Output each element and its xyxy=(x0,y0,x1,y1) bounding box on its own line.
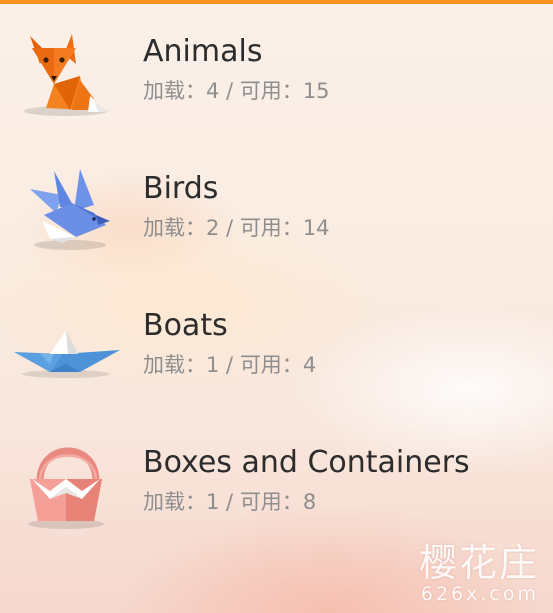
category-item-boxes-and-containers[interactable]: Boxes and Containers 加载：1 / 可用：8 xyxy=(0,415,553,552)
available-count: 15 xyxy=(302,79,330,103)
loaded-count: 1 xyxy=(206,353,220,377)
loaded-label: 加载： xyxy=(143,490,206,514)
available-count: 8 xyxy=(302,490,317,514)
origami-basket-icon xyxy=(10,429,122,529)
category-counts: 加载：2 / 可用：14 xyxy=(143,218,330,239)
count-separator: / xyxy=(219,490,240,514)
origami-bird-icon xyxy=(10,155,122,255)
origami-fox-icon xyxy=(10,18,122,118)
category-item-birds[interactable]: Birds 加载：2 / 可用：14 xyxy=(0,141,553,278)
category-item-animals[interactable]: Animals 加载：4 / 可用：15 xyxy=(0,4,553,141)
loaded-count: 1 xyxy=(206,490,220,514)
category-title: Boxes and Containers xyxy=(143,445,470,480)
category-title: Boats xyxy=(143,308,228,343)
watermark-logo: 樱花庄 xyxy=(418,541,539,586)
category-counts: 加载：4 / 可用：15 xyxy=(143,81,330,102)
count-separator: / xyxy=(219,216,240,240)
category-item-boats[interactable]: Boats 加载：1 / 可用：4 xyxy=(0,278,553,415)
category-counts: 加载：1 / 可用：4 xyxy=(143,355,316,376)
loaded-count: 4 xyxy=(206,79,220,103)
category-list: Animals 加载：4 / 可用：15 Birds 加载：2 / 可用：14 xyxy=(0,4,553,552)
count-separator: / xyxy=(219,353,240,377)
category-title: Birds xyxy=(143,171,219,206)
available-label: 可用： xyxy=(239,490,303,514)
watermark: 樱花庄 626x.com xyxy=(418,541,539,606)
loaded-label: 加载： xyxy=(143,216,206,240)
category-counts: 加载：1 / 可用：8 xyxy=(143,492,316,513)
available-label: 可用： xyxy=(239,216,303,240)
available-label: 可用： xyxy=(239,353,303,377)
available-count: 4 xyxy=(302,353,317,377)
origami-boat-icon xyxy=(10,292,122,392)
loaded-label: 加载： xyxy=(143,353,206,377)
count-separator: / xyxy=(219,79,240,103)
available-label: 可用： xyxy=(239,79,303,103)
loaded-label: 加载： xyxy=(143,79,206,103)
loaded-count: 2 xyxy=(206,216,220,240)
available-count: 14 xyxy=(302,216,330,240)
watermark-url: 626x.com xyxy=(420,583,539,606)
category-title: Animals xyxy=(143,34,263,69)
